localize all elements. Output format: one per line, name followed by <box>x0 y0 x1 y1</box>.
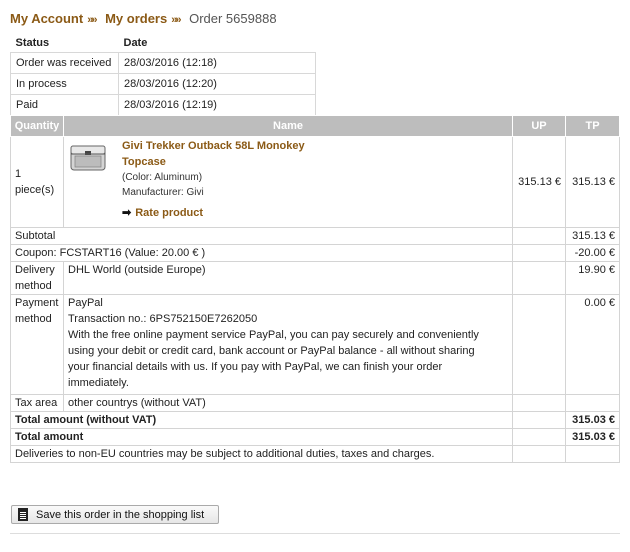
status-label: In process <box>10 73 119 95</box>
breadcrumb: My Account»» My orders»» Order 5659888 <box>10 11 277 26</box>
delivery-price: 19.90 € <box>565 261 620 295</box>
divider <box>10 533 620 534</box>
tax-value: other countrys (without VAT) <box>63 394 513 412</box>
status-date: 28/03/2016 (12:20) <box>118 73 316 95</box>
unit-price-header: UP <box>512 115 566 137</box>
product-total-price: 315.13 € <box>565 136 620 228</box>
subtotal-row: Subtotal 315.13 € <box>10 227 620 245</box>
total-price-header: TP <box>565 115 620 137</box>
total-label: Total amount <box>10 428 513 446</box>
transaction-number: Transaction no.: 6PS752150E7262050 <box>68 313 258 325</box>
double-chevron-icon: » <box>175 14 182 26</box>
breadcrumb-my-account[interactable]: My Account <box>10 11 83 26</box>
payment-price: 0.00 € <box>565 294 620 395</box>
rate-product-link[interactable]: ➡ Rate product <box>122 205 508 221</box>
subtotal-label: Subtotal <box>10 227 513 245</box>
total-without-vat-value: 315.03 € <box>565 411 620 429</box>
total-value: 315.03 € <box>565 428 620 446</box>
status-row: Order was received 28/03/2016 (12:18) <box>10 52 316 74</box>
status-header: Status <box>15 37 50 49</box>
save-button-label: Save this order in the shopping list <box>36 508 205 521</box>
tax-row: Tax area other countrys (without VAT) <box>10 394 620 412</box>
quantity-header: Quantity <box>10 115 64 137</box>
arrow-right-icon: ➡ <box>122 207 132 219</box>
name-header: Name <box>63 115 513 137</box>
total-without-vat-label: Total amount (without VAT) <box>10 411 513 429</box>
coupon-row: Coupon: FCSTART16 (Value: 20.00 € ) -20.… <box>10 244 620 262</box>
status-label: Order was received <box>10 52 119 74</box>
payment-label: Payment method <box>10 294 64 395</box>
delivery-label: Delivery method <box>10 261 64 295</box>
coupon-value: -20.00 € <box>565 244 620 262</box>
breadcrumb-current-order: Order 5659888 <box>189 11 277 26</box>
payment-name: PayPal <box>68 297 103 309</box>
total-without-vat-row: Total amount (without VAT) 315.03 € <box>10 411 620 429</box>
product-manufacturer: Manufacturer: Givi <box>122 187 204 198</box>
total-row: Total amount 315.03 € <box>10 428 620 446</box>
product-quantity: 1 piece(s) <box>10 136 64 228</box>
double-chevron-icon: » <box>91 14 98 26</box>
payment-details: PayPal Transaction no.: 6PS752150E726205… <box>63 294 513 395</box>
delivery-method: DHL World (outside Europe) <box>63 261 513 295</box>
product-cell: Givi Trekker Outback 58L Monokey Topcase … <box>63 136 513 228</box>
subtotal-value: 315.13 € <box>565 227 620 245</box>
order-status-table: Status Date Order was received 28/03/201… <box>10 34 316 116</box>
coupon-label: Coupon: FCSTART16 (Value: 20.00 € ) <box>10 244 513 262</box>
status-label: Paid <box>10 94 119 116</box>
status-date: 28/03/2016 (12:18) <box>118 52 316 74</box>
tax-label: Tax area <box>10 394 64 412</box>
product-row: 1 piece(s) Givi Trekker Outback 58L Mono… <box>10 136 620 228</box>
note-row: Deliveries to non-EU countries may be su… <box>10 445 620 463</box>
status-row: In process 28/03/2016 (12:20) <box>10 73 316 95</box>
status-row: Paid 28/03/2016 (12:19) <box>10 94 316 116</box>
breadcrumb-my-orders[interactable]: My orders <box>105 11 167 26</box>
save-to-shopping-list-button[interactable]: Save this order in the shopping list <box>11 505 219 524</box>
date-header: Date <box>123 37 148 49</box>
delivery-row: Delivery method DHL World (outside Europe… <box>10 261 620 295</box>
product-unit-price: 315.13 € <box>512 136 566 228</box>
product-color: (Color: Aluminum) <box>122 172 203 183</box>
payment-row: Payment method PayPal Transaction no.: 6P… <box>10 294 620 395</box>
product-name-link[interactable]: Givi Trekker Outback 58L Monokey Topcase <box>122 138 508 170</box>
payment-description: With the free online payment service Pay… <box>68 329 479 389</box>
document-icon <box>18 508 28 521</box>
customs-note: Deliveries to non-EU countries may be su… <box>10 445 513 463</box>
status-date: 28/03/2016 (12:19) <box>118 94 316 116</box>
order-items-table: Quantity Name UP TP 1 piece(s) Givi Trek… <box>10 115 620 463</box>
topcase-product-image[interactable] <box>68 141 108 173</box>
